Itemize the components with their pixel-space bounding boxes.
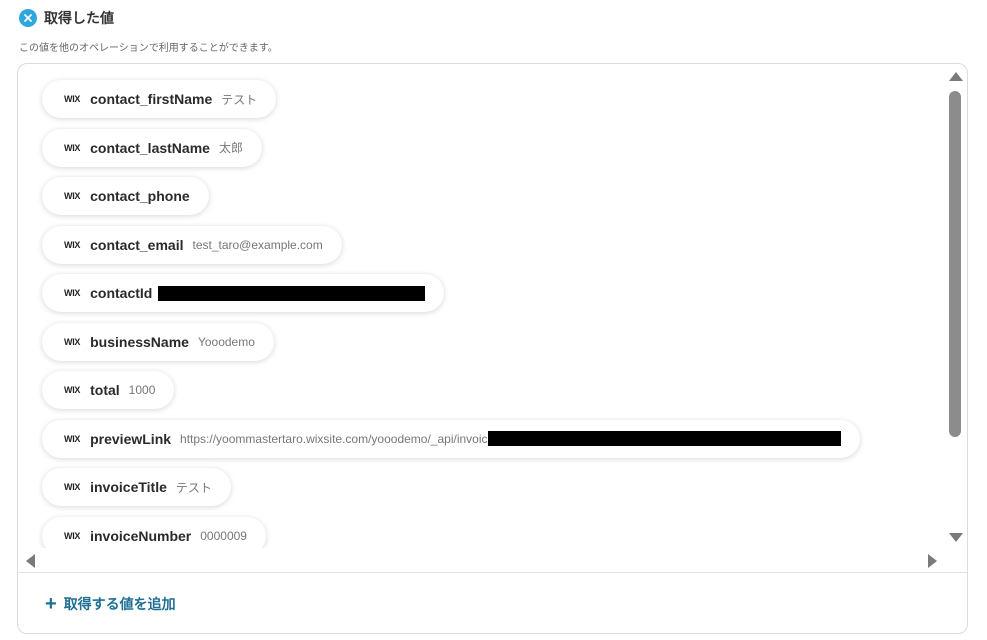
value-chip[interactable]: WIX total 1000: [42, 371, 175, 409]
value-chip[interactable]: WIX contact_phone: [42, 177, 209, 215]
value-key: invoiceNumber: [90, 527, 192, 544]
value-chip[interactable]: WIX businessName Yooodemo: [42, 322, 274, 361]
section-title: 取得した値: [44, 10, 114, 26]
redacted-value: [487, 431, 841, 446]
add-value-label: 取得する値を追加: [63, 596, 176, 612]
value-chip[interactable]: WIX contactId: [42, 274, 445, 312]
value-key: total: [90, 382, 120, 398]
value-key: contact_phone: [90, 188, 190, 204]
wix-logo-icon: WIX: [64, 336, 81, 347]
divider: [18, 572, 967, 573]
values-scroll-area[interactable]: WIX contact_firstName テスト WIX contact_lastNa…: [18, 64, 943, 548]
wix-logo-icon: WIX: [64, 385, 81, 395]
wix-logo-icon: WIX: [64, 191, 81, 201]
value-chip[interactable]: WIX invoiceTitle テスト: [42, 468, 231, 506]
value-chip[interactable]: WIX contact_email test_taro@example.com: [42, 225, 342, 264]
scroll-up-arrow-icon[interactable]: [949, 72, 963, 81]
page: 取得した値 この値を他のオペレーションで利用することができます。 WIX cont…: [0, 0, 987, 640]
close-badge-icon: [19, 9, 37, 27]
section-header: 取得した値: [19, 8, 114, 28]
value-chip[interactable]: WIX contact_lastName 太郎: [42, 128, 262, 167]
value-sample: 0000009: [200, 528, 247, 543]
value-sample: 1000: [128, 383, 156, 397]
value-key: businessName: [90, 333, 189, 350]
wix-logo-icon: WIX: [64, 288, 81, 298]
add-value-button[interactable]: + 取得する値を追加: [45, 594, 176, 614]
scroll-left-arrow-icon[interactable]: [26, 554, 35, 568]
vertical-scrollbar-thumb[interactable]: [949, 91, 961, 437]
wix-logo-icon: WIX: [64, 239, 81, 250]
section-description: この値を他のオペレーションで利用することができます。: [19, 43, 278, 54]
values-panel: WIX contact_firstName テスト WIX contact_lastNa…: [17, 63, 968, 634]
value-sample: Yooodemo: [197, 334, 255, 349]
value-key: invoiceTitle: [90, 479, 167, 495]
horizontal-scrollbar[interactable]: [18, 548, 943, 572]
wix-logo-icon: WIX: [64, 142, 81, 153]
value-chip[interactable]: WIX previewLink https://yoommastertaro.wix…: [42, 419, 860, 458]
wix-logo-icon: WIX: [64, 94, 81, 104]
value-chip[interactable]: WIX contact_firstName テスト: [42, 80, 277, 118]
wix-logo-icon: WIX: [64, 482, 81, 492]
value-key: contact_lastName: [90, 139, 210, 156]
value-key: previewLink: [90, 430, 172, 447]
value-chip-list: WIX contact_firstName テスト WIX contact_lastNa…: [42, 80, 860, 548]
vertical-scrollbar[interactable]: [943, 64, 967, 548]
value-key: contactId: [90, 285, 153, 301]
value-sample: テスト: [221, 92, 258, 107]
redacted-value: [158, 285, 426, 301]
wix-logo-icon: WIX: [64, 433, 81, 444]
value-sample: https://yoommastertaro.wixsite.com/yoood…: [180, 431, 488, 446]
value-sample: test_taro@example.com: [192, 237, 323, 252]
value-sample: 太郎: [218, 141, 243, 155]
value-key: contact_email: [90, 236, 184, 253]
value-chip[interactable]: WIX invoiceNumber 0000009: [42, 516, 266, 548]
scroll-down-arrow-icon[interactable]: [949, 533, 963, 542]
value-key: contact_firstName: [90, 91, 213, 107]
wix-logo-icon: WIX: [64, 530, 81, 541]
value-sample: テスト: [175, 480, 212, 495]
scroll-right-arrow-icon[interactable]: [928, 554, 937, 568]
plus-icon: +: [45, 593, 57, 615]
